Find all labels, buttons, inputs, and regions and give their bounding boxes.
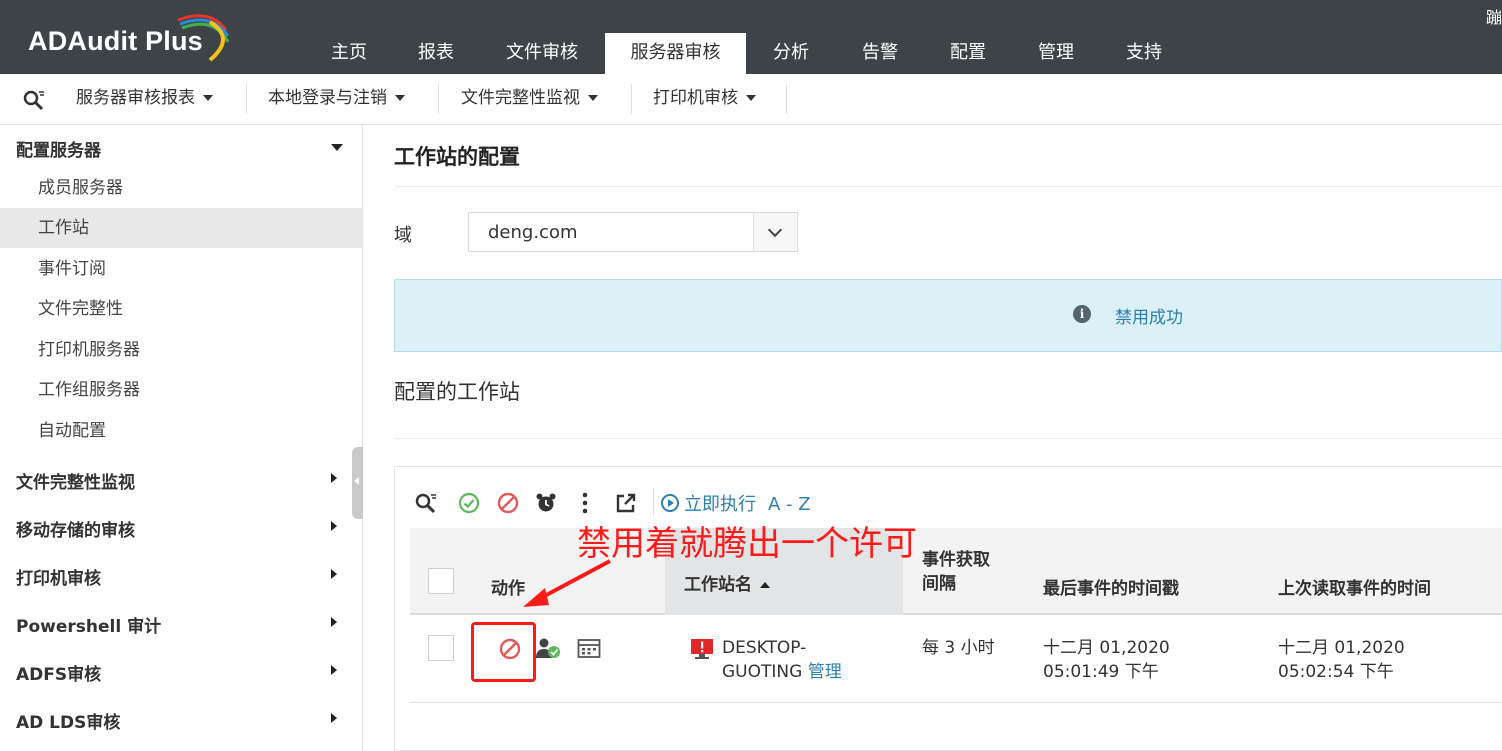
tab-support[interactable]: 支持 (1100, 33, 1188, 74)
workstation-name[interactable]: DESKTOP- GUOTING 管理 (722, 636, 842, 684)
sidebar-section-powershell-audit[interactable]: Powershell 审计 (16, 612, 161, 637)
expand-down-icon[interactable] (331, 144, 343, 151)
expand-right-icon[interactable] (331, 617, 337, 627)
info-banner: i 禁用成功 (394, 279, 1502, 352)
tab-reports[interactable]: 报表 (393, 33, 479, 74)
sidebar-item-workstations[interactable]: 工作站 (0, 208, 362, 248)
more-options-icon[interactable] (573, 491, 597, 515)
expand-right-icon[interactable] (331, 713, 337, 723)
subnav-server-audit-reports[interactable]: 服务器审核报表 (76, 74, 213, 124)
user-verified-icon[interactable] (534, 636, 562, 660)
domain-dropdown-button[interactable] (753, 213, 797, 251)
column-header-interval[interactable]: 事件获取 间隔 (922, 548, 990, 596)
tab-file-audit[interactable]: 文件审核 (479, 33, 605, 74)
search-icon[interactable] (22, 88, 46, 112)
sub-navigation: 服务器审核报表 本地登录与注销 文件完整性监视 打印机审核 (0, 74, 1502, 125)
divider (786, 84, 787, 114)
sidebar-item-print-servers[interactable]: 打印机服务器 (0, 330, 362, 370)
annotation-text: 禁用着就腾出一个许可 (577, 524, 917, 564)
export-icon[interactable] (614, 491, 638, 515)
tab-home[interactable]: 主页 (305, 33, 393, 74)
chevron-down-icon (767, 222, 783, 238)
divider (394, 438, 1502, 439)
divider (653, 488, 654, 516)
column-header-last-read-time[interactable]: 上次读取事件的时间 (1278, 574, 1431, 599)
sidebar-collapse-handle[interactable] (352, 447, 363, 519)
page-title: 工作站的配置 (394, 145, 520, 169)
disable-icon[interactable] (496, 491, 520, 515)
tab-analytics[interactable]: 分析 (746, 33, 836, 74)
sidebar-item-workgroup-servers[interactable]: 工作组服务器 (0, 370, 362, 410)
caret-down-icon (746, 95, 756, 101)
row-divider (410, 702, 1502, 703)
collapse-left-icon (354, 477, 359, 485)
domain-label: 域 (394, 225, 412, 246)
caret-down-icon (588, 95, 598, 101)
subnav-local-logon-logoff[interactable]: 本地登录与注销 (268, 74, 405, 124)
divider (631, 84, 632, 114)
sidebar-section-ad-lds-audit[interactable]: AD LDS审核 (16, 708, 120, 733)
sidebar-section-adfs-audit[interactable]: ADFS审核 (16, 660, 101, 685)
sort-ascending-icon (760, 582, 770, 588)
interval-value: 每 3 小时 (922, 638, 995, 658)
domain-select[interactable]: deng.com (468, 212, 798, 252)
caret-down-icon (395, 95, 405, 101)
last-read-time: 十二月 01,2020 05:02:54 下午 (1278, 638, 1405, 682)
select-all-checkbox[interactable] (428, 568, 454, 594)
sidebar-item-member-servers[interactable]: 成员服务器 (0, 168, 362, 208)
expand-right-icon[interactable] (331, 665, 337, 675)
workstation-alert-icon (691, 639, 713, 659)
sidebar-item-file-integrity[interactable]: 文件完整性 (0, 289, 362, 329)
sidebar-item-auto-configure[interactable]: 自动配置 (0, 411, 362, 451)
divider (438, 84, 439, 114)
schedule-grid-icon[interactable] (577, 638, 601, 660)
domain-selected-value: deng.com (488, 222, 578, 243)
expand-right-icon[interactable] (331, 473, 337, 483)
top-header: ADAudit Plus 蹦 主页 报表 文件审核 服务器审核 分析 告警 配置… (0, 0, 1502, 74)
column-header-workstation-name[interactable]: 工作站名 (684, 570, 770, 595)
tab-admin[interactable]: 管理 (1012, 33, 1100, 74)
info-icon: i (1073, 305, 1091, 323)
tab-server-audit[interactable]: 服务器审核 (605, 33, 746, 74)
manage-link[interactable]: 管理 (808, 662, 842, 682)
annotation-highlight-box (471, 622, 536, 682)
sidebar-section-removable-storage[interactable]: 移动存储的审核 (16, 516, 135, 541)
annotation-arrow-icon (523, 559, 611, 607)
alarm-clock-icon[interactable] (534, 491, 558, 515)
enable-check-icon[interactable] (457, 491, 481, 515)
table-search-icon[interactable] (414, 491, 438, 515)
expand-right-icon[interactable] (331, 569, 337, 579)
sidebar-item-event-subscription[interactable]: 事件订阅 (0, 249, 362, 289)
sidebar-section-file-integrity-monitoring[interactable]: 文件完整性监视 (16, 468, 135, 493)
tab-configuration[interactable]: 配置 (924, 33, 1012, 74)
sidebar-section-printer-audit[interactable]: 打印机审核 (16, 564, 101, 589)
divider (394, 186, 1502, 187)
user-menu-fragment[interactable]: 蹦 (1486, 4, 1502, 28)
row-checkbox[interactable] (428, 635, 454, 661)
sidebar-section-configure-servers[interactable]: 配置服务器 (16, 136, 101, 161)
subnav-file-integrity-monitoring[interactable]: 文件完整性监视 (461, 74, 598, 124)
info-message: 禁用成功 (1115, 308, 1183, 328)
expand-right-icon[interactable] (331, 521, 337, 531)
column-header-last-event-timestamp[interactable]: 最后事件的时间戳 (1043, 574, 1179, 599)
section-title: 配置的工作站 (394, 380, 520, 404)
logo-swoosh-icon (177, 14, 230, 62)
subnav-printer-audit[interactable]: 打印机审核 (653, 74, 756, 124)
divider (246, 84, 247, 114)
play-icon (661, 494, 679, 512)
tab-alerts[interactable]: 告警 (836, 33, 924, 74)
last-event-timestamp: 十二月 01,2020 05:01:49 下午 (1043, 638, 1170, 682)
run-now-link[interactable]: 立即执行 A - Z (661, 490, 811, 516)
caret-down-icon (203, 95, 213, 101)
sort-az-label[interactable]: A - Z (768, 494, 811, 515)
